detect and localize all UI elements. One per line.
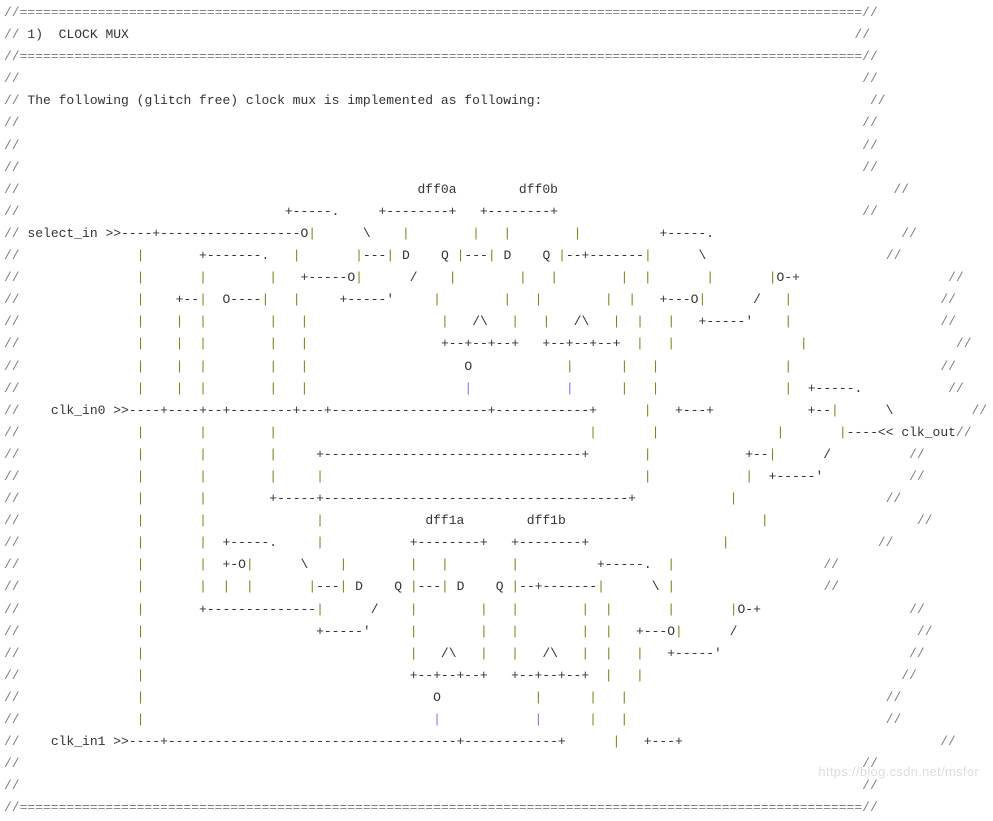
watermark: https://blog.csdn.net/msfor: [818, 761, 979, 783]
section-number: 1): [27, 27, 43, 42]
block-dff1a: dff1a: [425, 513, 464, 528]
block-dff1b: dff1b: [527, 513, 566, 528]
clk-in1-label: clk_in1: [51, 734, 106, 749]
clk-out-label: clk_out: [901, 425, 956, 440]
select-in-label: select_in: [27, 226, 97, 241]
ascii-diagram: //======================================…: [0, 0, 993, 821]
block-dff0a: dff0a: [417, 182, 456, 197]
clk-in0-label: clk_in0: [51, 403, 106, 418]
block-dff0b: dff0b: [519, 182, 558, 197]
description-text: The following (glitch free) clock mux is…: [27, 93, 542, 108]
section-title: CLOCK MUX: [59, 27, 129, 42]
